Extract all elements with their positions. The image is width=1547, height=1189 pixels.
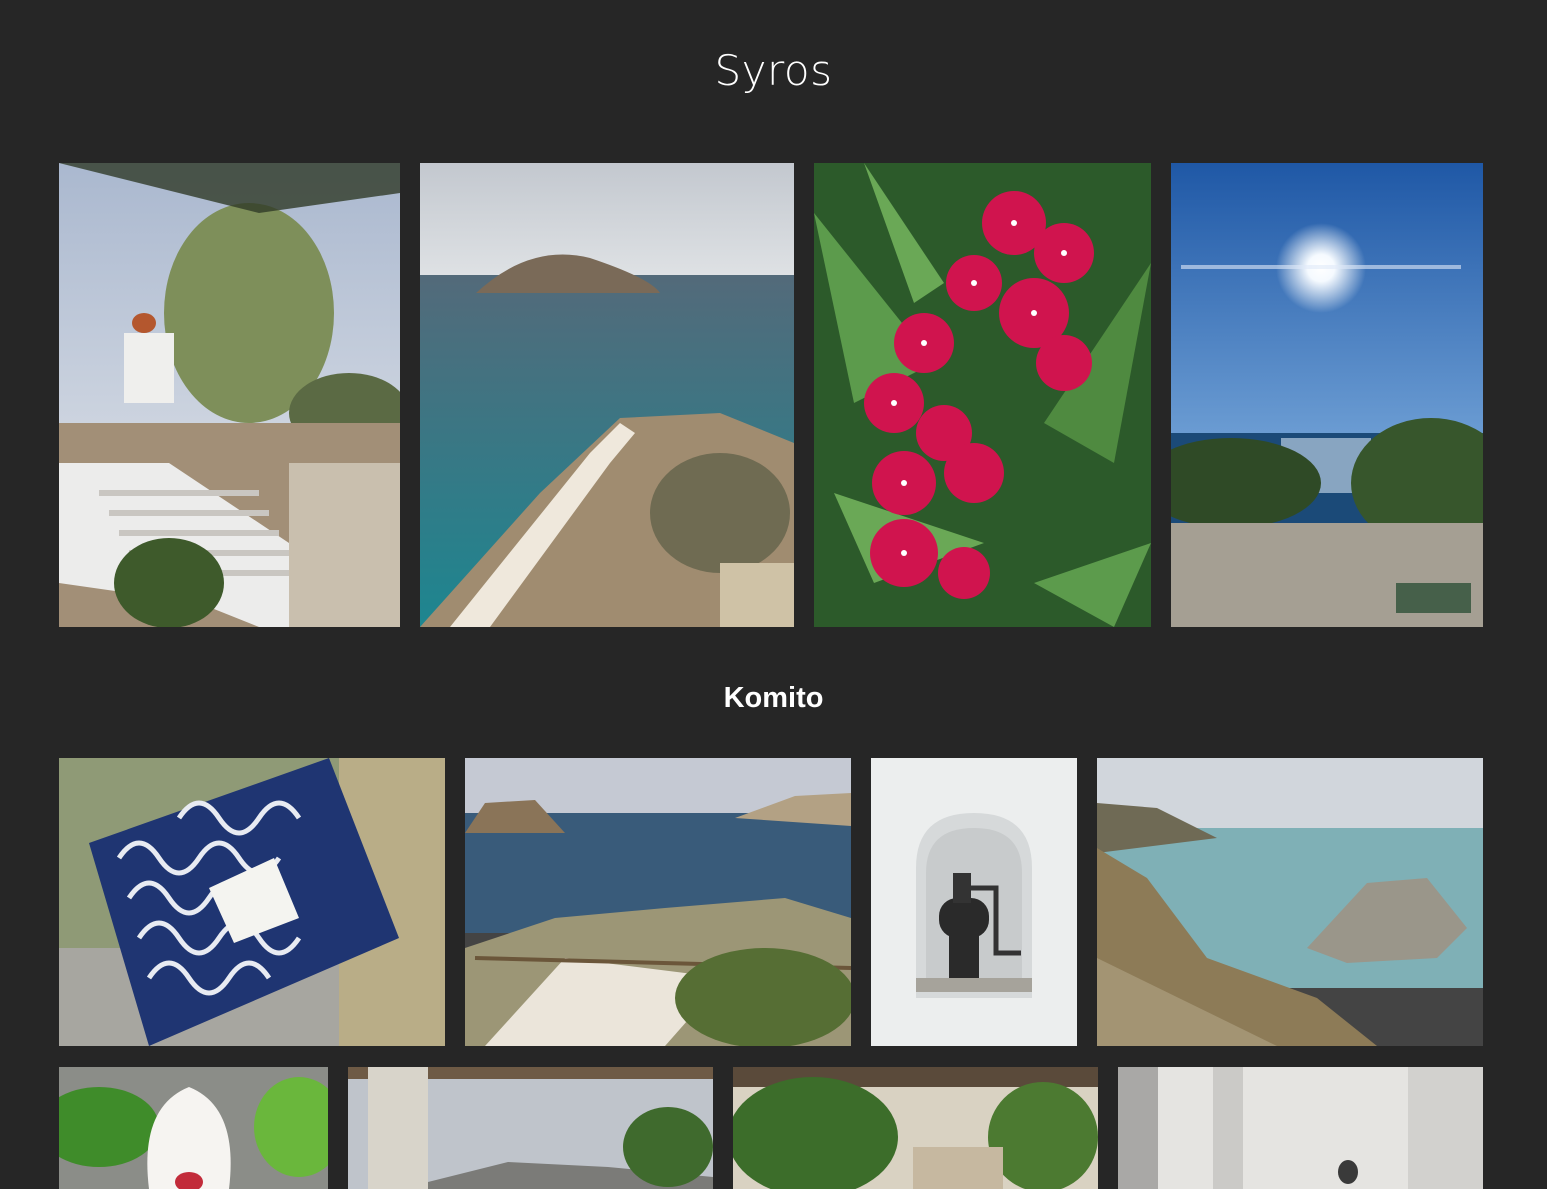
photo-blue-patterned-napkin[interactable] (59, 758, 445, 1046)
photo-island-sea-stairs[interactable] (420, 163, 794, 627)
photo-courtyard-plants[interactable] (733, 1067, 1098, 1189)
photo-bay-with-island[interactable] (465, 758, 851, 1046)
photo-pergola-view[interactable] (348, 1067, 713, 1189)
gallery-page: Syros Komito (0, 0, 1547, 1189)
photo-white-staircase[interactable] (59, 163, 400, 627)
photo-white-hibiscus[interactable] (59, 1067, 328, 1189)
section-title-komito: Komito (723, 682, 824, 714)
photo-coffee-grinder-niche[interactable] (871, 758, 1077, 1046)
photo-sun-over-sea[interactable] (1171, 163, 1483, 627)
album-title: Syros (714, 46, 833, 95)
photo-white-wall-interior[interactable] (1118, 1067, 1483, 1189)
photo-rocky-coast[interactable] (1097, 758, 1483, 1046)
photo-red-oleander-flowers[interactable] (814, 163, 1151, 627)
